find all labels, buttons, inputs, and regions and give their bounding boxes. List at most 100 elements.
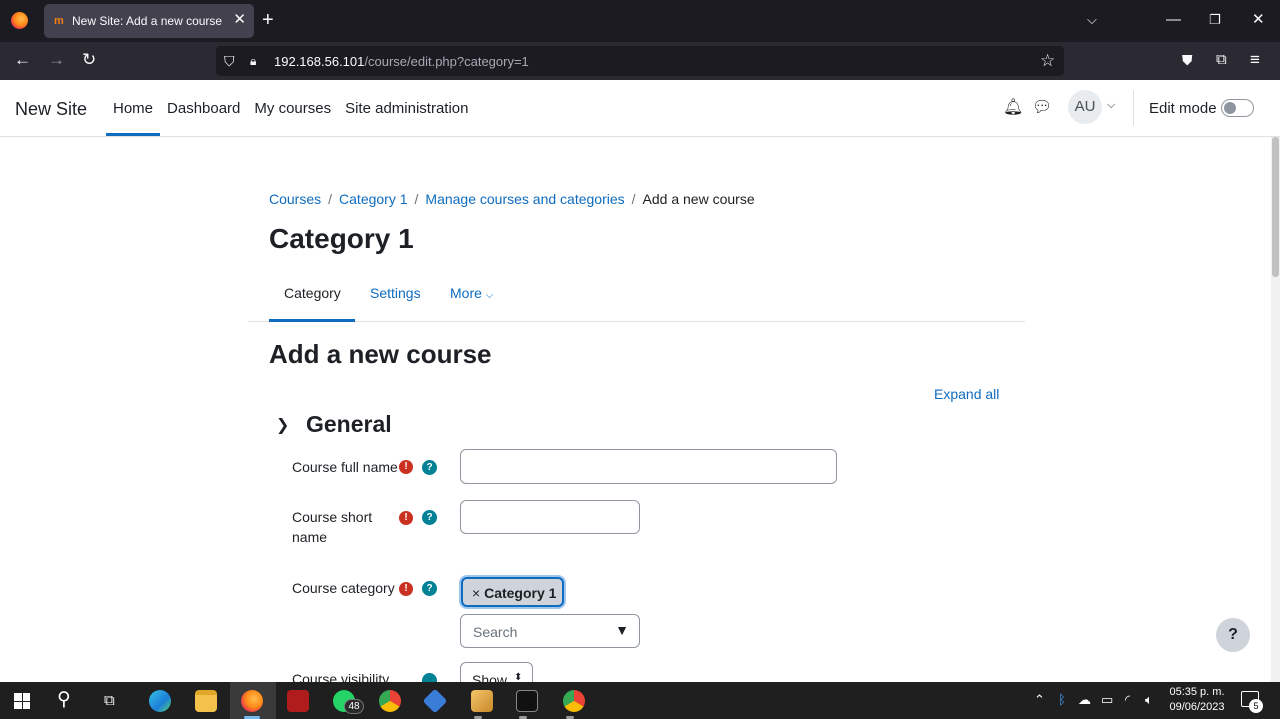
whatsapp-badge: 48 bbox=[344, 699, 364, 714]
close-window-icon[interactable]: ✕ bbox=[1252, 10, 1265, 30]
nav-my-courses[interactable]: My courses bbox=[247, 80, 338, 136]
category-search-select[interactable]: Search ▼ bbox=[460, 614, 640, 648]
firefox-icon[interactable] bbox=[11, 12, 28, 29]
active-tab-indicator bbox=[269, 319, 355, 322]
tab-more-label: More bbox=[450, 285, 482, 301]
firefox-taskbar-icon[interactable] bbox=[241, 690, 263, 712]
nav-site-administration[interactable]: Site administration bbox=[338, 80, 475, 136]
wifi-icon[interactable]: ◜ bbox=[1125, 692, 1130, 708]
task-view-icon[interactable]: ⧉ bbox=[104, 692, 115, 710]
kali-app-icon[interactable] bbox=[287, 690, 309, 712]
nav-dashboard[interactable]: Dashboard bbox=[160, 80, 247, 136]
course-short-name-input[interactable] bbox=[460, 500, 640, 534]
remove-chip-icon[interactable]: × bbox=[472, 585, 480, 601]
required-icon: ! bbox=[399, 460, 413, 474]
category-label: Course category bbox=[292, 580, 395, 596]
close-tab-icon[interactable]: ✕ bbox=[233, 12, 246, 28]
toggle-knob bbox=[1224, 102, 1236, 114]
short-name-label: Course short name bbox=[292, 509, 373, 545]
back-icon[interactable]: ← bbox=[14, 50, 31, 70]
section-general-title[interactable]: General bbox=[306, 411, 392, 438]
notification-count-badge: 5 bbox=[1249, 699, 1263, 713]
restore-icon[interactable]: ❐ bbox=[1209, 10, 1221, 30]
help-icon[interactable]: ? bbox=[422, 510, 437, 525]
breadcrumb: Courses / Category 1 / Manage courses and ca… bbox=[269, 191, 755, 207]
onedrive-icon[interactable]: ☁ bbox=[1078, 692, 1091, 708]
bluetooth-icon[interactable]: ᛒ bbox=[1058, 692, 1066, 708]
app-icon[interactable] bbox=[471, 690, 493, 712]
taskbar-clock[interactable]: 05:35 p. m. 09/06/2023 bbox=[1166, 685, 1228, 715]
secondary-navigation: Category Settings More ⌵ bbox=[248, 270, 1025, 322]
user-avatar[interactable]: AU bbox=[1068, 90, 1102, 124]
site-header: New Site Home Dashboard My courses Site … bbox=[0, 80, 1280, 137]
reload-icon[interactable]: ↻ bbox=[82, 50, 96, 70]
dropdown-triangle-icon[interactable]: ▼ bbox=[615, 622, 629, 638]
tab-category[interactable]: Category bbox=[284, 285, 341, 301]
search-placeholder: Search bbox=[473, 624, 518, 640]
clock-time: 05:35 p. m. bbox=[1169, 686, 1225, 698]
tab-more[interactable]: More ⌵ bbox=[450, 285, 493, 301]
page-title: Category 1 bbox=[269, 223, 414, 254]
scrollbar-thumb[interactable] bbox=[1272, 137, 1279, 277]
url-text[interactable]: 192.168.56.101/course/edit.php?category=… bbox=[274, 54, 529, 69]
chrome-profile-icon[interactable] bbox=[563, 690, 585, 712]
lock-icon[interactable]: 🔒︎ bbox=[250, 52, 256, 70]
page-scrollbar[interactable] bbox=[1271, 137, 1280, 682]
shield-icon[interactable]: ⛉ bbox=[224, 52, 235, 70]
breadcrumb-separator: / bbox=[414, 191, 419, 207]
breadcrumb-manage[interactable]: Manage courses and categories bbox=[425, 191, 624, 207]
virtualbox-icon[interactable] bbox=[422, 688, 448, 714]
url-bar[interactable]: ⛉ 🔒︎ 192.168.56.101/course/edit.php?cate… bbox=[216, 46, 1064, 76]
help-icon[interactable] bbox=[422, 673, 437, 682]
edit-mode-label: Edit mode bbox=[1149, 100, 1217, 117]
edge-browser-icon[interactable] bbox=[149, 690, 171, 712]
nav-home[interactable]: Home bbox=[106, 80, 161, 136]
breadcrumb-separator: / bbox=[328, 191, 333, 207]
course-visibility-select[interactable]: Show ⬍ bbox=[460, 662, 533, 684]
selected-category-chip[interactable]: × Category 1 bbox=[461, 577, 564, 607]
breadcrumb-separator: / bbox=[631, 191, 636, 207]
browser-tab-bar: m New Site: Add a new course ✕ + ⌵ — ❐ ✕ bbox=[0, 0, 1280, 42]
header-divider bbox=[1133, 90, 1134, 126]
chip-label: Category 1 bbox=[484, 585, 557, 601]
chrome-icon[interactable] bbox=[379, 690, 401, 712]
breadcrumb-current: Add a new course bbox=[642, 191, 755, 207]
clock-date: 09/06/2023 bbox=[1169, 701, 1225, 713]
help-icon[interactable]: ? bbox=[422, 581, 437, 596]
breadcrumb-category[interactable]: Category 1 bbox=[339, 191, 407, 207]
user-menu-chevron-icon[interactable]: ⌵ bbox=[1107, 99, 1115, 112]
menu-icon[interactable]: ≡ bbox=[1250, 50, 1260, 70]
extensions-icon[interactable]: ⧉ bbox=[1216, 50, 1227, 70]
help-floating-button[interactable]: ? bbox=[1216, 618, 1250, 652]
collapse-chevron-icon[interactable]: ❯ bbox=[276, 416, 289, 436]
list-tabs-icon[interactable]: ⌵ bbox=[1087, 10, 1097, 30]
forward-icon[interactable]: → bbox=[48, 50, 65, 70]
minimize-icon[interactable]: — bbox=[1166, 10, 1181, 30]
form-title: Add a new course bbox=[269, 339, 492, 369]
messages-chat-icon[interactable]: 💬︎ bbox=[1032, 98, 1052, 118]
windows-start-icon[interactable] bbox=[14, 693, 30, 709]
browser-tab[interactable]: m New Site: Add a new course ✕ bbox=[44, 4, 254, 38]
url-host: 192.168.56.101 bbox=[274, 54, 365, 69]
course-full-name-input[interactable] bbox=[460, 449, 837, 484]
required-icon: ! bbox=[399, 582, 413, 596]
moodle-icon: m bbox=[54, 15, 64, 27]
bookmark-star-icon[interactable]: ☆ bbox=[1040, 52, 1055, 70]
edit-mode-toggle[interactable] bbox=[1221, 99, 1254, 117]
tab-settings[interactable]: Settings bbox=[370, 285, 421, 301]
chevron-down-icon: ⌵ bbox=[485, 290, 494, 301]
file-explorer-icon[interactable] bbox=[195, 690, 217, 712]
pocket-icon[interactable]: ⛊ bbox=[1182, 50, 1193, 70]
show-hidden-icons-chevron-icon[interactable]: ⌃ bbox=[1034, 692, 1045, 708]
site-name[interactable]: New Site bbox=[15, 99, 87, 120]
terminal-icon[interactable] bbox=[516, 690, 538, 712]
url-path: /course/edit.php?category=1 bbox=[364, 54, 529, 69]
new-tab-icon[interactable]: + bbox=[262, 9, 274, 31]
battery-icon[interactable]: ▭ bbox=[1101, 692, 1113, 708]
notifications-bell-icon[interactable]: 🔔︎ bbox=[1003, 98, 1023, 118]
breadcrumb-courses[interactable]: Courses bbox=[269, 191, 321, 207]
expand-all-link[interactable]: Expand all bbox=[934, 386, 999, 402]
search-icon[interactable]: ⚲ bbox=[57, 690, 71, 710]
help-icon[interactable]: ? bbox=[422, 460, 437, 475]
volume-icon[interactable]: 🔈︎ bbox=[1145, 692, 1153, 708]
